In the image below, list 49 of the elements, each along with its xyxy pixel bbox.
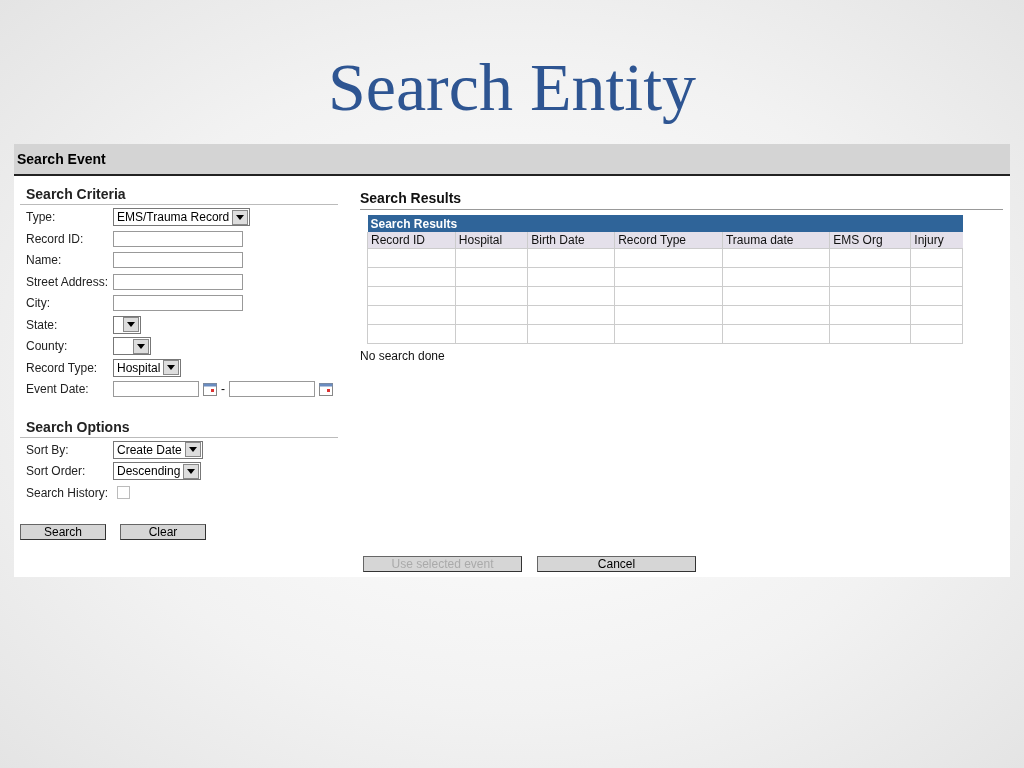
dropdown-field[interactable]: Hospital [113,358,182,377]
column-header: Record Type [614,232,723,249]
window-title: Search Event [14,144,1010,176]
dropdown-field[interactable] [113,315,141,334]
field-label: Name: [26,253,63,268]
section-heading: Search Results [360,188,1003,210]
field-label: Street Address: [26,274,110,289]
field-label: City: [26,296,51,311]
field-label: State: [26,317,59,332]
text-input[interactable] [113,230,243,247]
column-header: EMS Org [829,232,911,249]
column-header: Birth Date [527,232,615,249]
dialog-button[interactable]: Cancel [537,556,696,572]
column-header: Hospital [455,232,528,249]
field-label: Event Date: [26,382,90,397]
status-text: No search done [360,349,446,363]
table-cell [910,305,963,325]
table-title: Search Results [367,215,963,232]
range-separator: - [221,382,225,397]
field-label: Sort Order: [26,464,87,479]
table-cell [910,286,963,306]
dropdown-field[interactable]: Create Date [113,440,203,459]
date-input[interactable] [113,381,199,398]
dropdown-field[interactable]: Descending [113,462,202,481]
dropdown-field[interactable]: EMS/Trauma Record [113,208,251,227]
text-input[interactable] [113,295,243,312]
field-label: County: [26,339,69,354]
table-cell [910,324,963,344]
form-button[interactable]: Search [20,524,106,540]
calendar-icon[interactable] [319,382,333,396]
field-label: Search History: [26,485,110,500]
dropdown-field[interactable] [113,337,151,356]
table-cell [910,248,963,268]
field-label: Sort By: [26,442,70,457]
section-heading: Search Criteria [20,184,338,205]
slide-title: Search Entity [327,48,697,127]
text-input[interactable] [113,252,243,269]
date-input[interactable] [229,381,315,398]
field-label: Record Type: [26,360,99,375]
section-heading: Search Options [20,416,338,438]
field-label: Type: [26,210,57,225]
field-label: Record ID: [26,231,85,246]
form-button[interactable]: Clear [120,524,206,540]
column-header: Trauma date [722,232,830,249]
calendar-icon[interactable] [203,382,217,396]
table-cell [910,267,963,287]
column-header: Injury [910,232,963,249]
text-input[interactable] [113,273,243,290]
column-header: Record ID [367,232,456,249]
